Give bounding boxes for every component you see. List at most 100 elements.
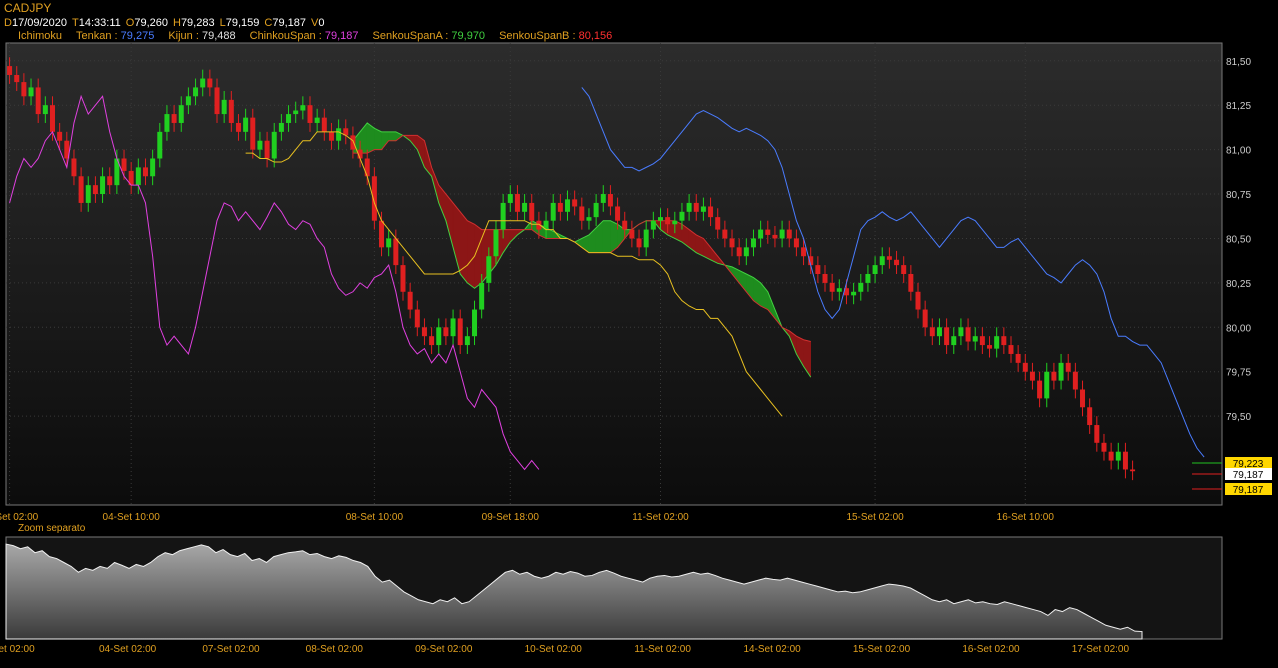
candle-body [722,229,728,239]
candle-body [28,87,34,97]
candle-body [936,327,942,337]
candle-body [1015,353,1021,363]
candle-body [822,274,828,283]
candle-body [872,265,878,274]
price-chart[interactable]: 81,50 81,25 81,00 80,75 80,50 80,25 80,00 79,75… [0,0,1278,668]
price-tag-label: 79,187 [1233,470,1264,481]
candle-body [507,194,513,203]
candle-body [1130,469,1136,472]
candle-body [736,247,742,257]
candle-body [493,229,499,257]
cloud-segment [388,131,397,142]
candle-body [944,327,950,346]
candle-body [71,158,77,177]
candle-body [421,327,427,337]
overview-x-tick-label: 16-Set 02:00 [962,644,1020,655]
candle-body [643,229,649,248]
candle-body [257,140,263,150]
cloud-segment [459,210,468,284]
candle-body [464,336,470,346]
candle-body [686,202,692,212]
candle-body [514,194,520,212]
candle-body [765,229,771,235]
candle-body [49,105,55,132]
candle-body [758,229,764,239]
candle-body [200,78,206,88]
candle-body [407,291,413,310]
y-tick-label: 80,25 [1226,279,1251,290]
candle-body [657,217,663,221]
candle-body [379,220,385,248]
candle-body [529,202,535,221]
x-tick-label: 03-Set 02:00 [0,512,39,523]
candle-body [915,291,921,310]
candle-body [607,194,613,207]
candle-body [221,99,227,115]
candle-body [486,256,492,283]
x-tick-label: 15-Set 02:00 [846,512,904,523]
candle-body [901,265,907,274]
candle-body [615,206,621,221]
candle-body [1044,371,1050,399]
y-tick-label: 80,75 [1226,190,1251,201]
y-tick-label: 80,00 [1226,323,1251,334]
candle-body [865,274,871,283]
candle-body [972,336,978,342]
candle-body [693,202,699,212]
candle-body [729,238,735,248]
candle-body [786,229,792,239]
candle-body [293,110,299,115]
candle-body [793,238,799,248]
candle-body [679,211,685,221]
candle-body [629,229,635,239]
y-tick-label: 79,50 [1226,412,1251,423]
candle-body [207,78,213,88]
candle-body [472,309,478,337]
candle-body [994,336,1000,349]
y-tick-label: 81,25 [1226,101,1251,112]
overview-x-tick-label: 11-Set 02:00 [634,644,691,655]
overview-x-tick-label: 03-Set 02:00 [0,644,35,655]
candle-body [829,282,835,292]
candle-body [371,176,377,221]
candle-body [1037,380,1043,399]
candle-body [321,117,327,132]
candle-body [565,199,571,212]
candle-body [457,318,463,346]
candle-body [743,247,749,257]
candle-body [336,128,342,141]
candle-body [858,282,864,292]
candle-body [557,202,563,212]
candle-body [965,327,971,342]
price-tag-label: 79,187 [1233,485,1264,496]
y-tick-label: 81,00 [1226,146,1251,157]
candle-body [135,167,141,186]
candle-body [278,122,284,132]
candle-body [250,117,256,150]
candle-body [951,336,957,346]
candle-body [436,327,442,346]
candle-body [1022,362,1028,372]
candle-body [879,256,885,266]
candle-body [958,327,964,337]
candle-body [586,217,592,221]
candle-body [178,105,184,123]
candle-body [193,87,199,97]
candle-body [801,247,807,257]
candle-body [443,327,449,337]
candle-body [300,105,306,111]
candle-body [393,238,399,266]
candle-body [1001,336,1007,346]
candle-body [7,66,13,75]
candle-body [1108,451,1114,461]
candle-body [307,105,313,123]
candle-body [35,87,41,115]
candle-body [650,220,656,230]
candle-body [522,202,528,212]
candle-body [450,318,456,337]
candle-body [851,291,857,296]
chart-window: CADJPY D17/09/2020 T14:33:11 O79,260 H79,28… [0,0,1278,668]
candle-body [164,114,170,132]
candle-body [1122,451,1128,470]
candle-body [185,96,191,106]
